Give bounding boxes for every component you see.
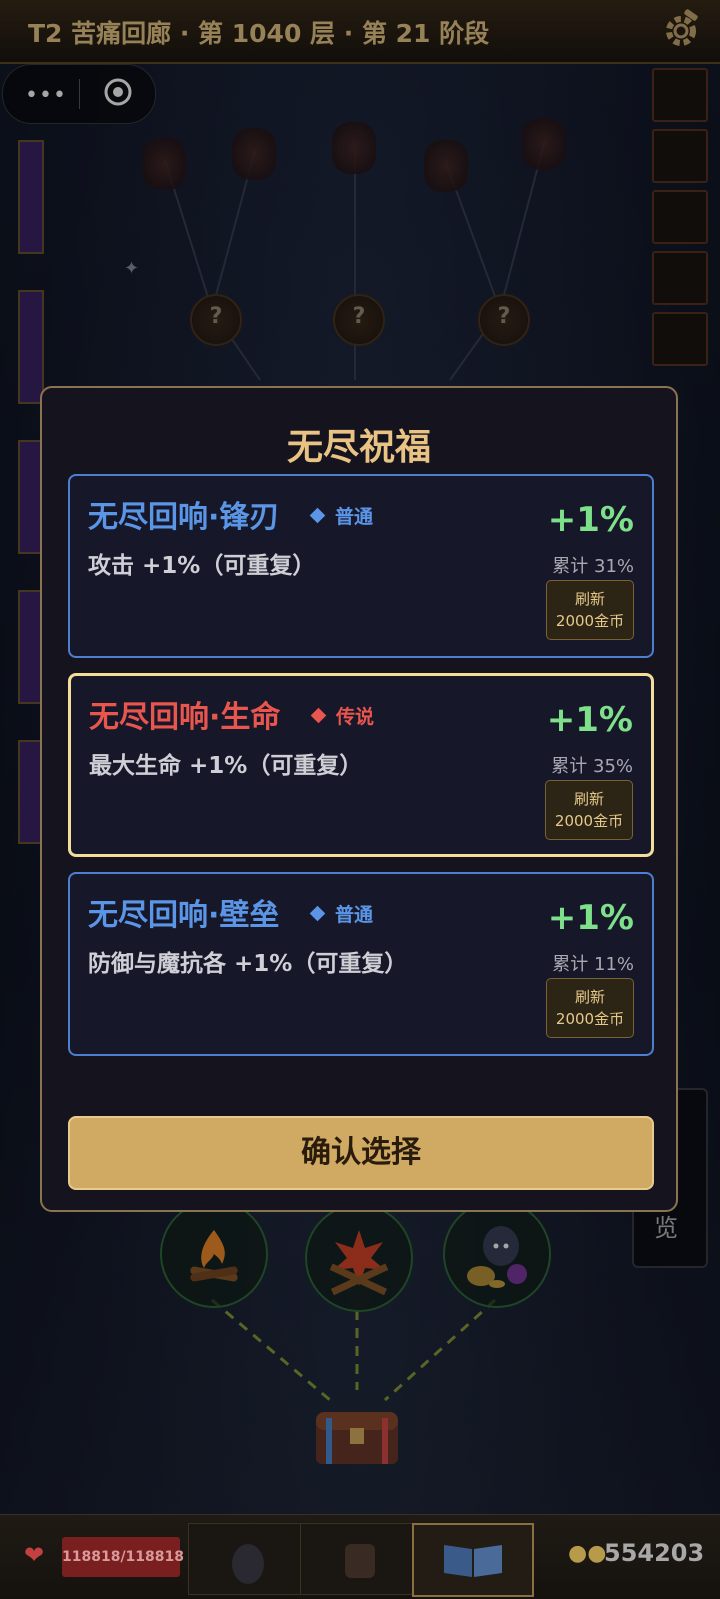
blessing-total: 累计 11% bbox=[552, 954, 634, 975]
refresh-label: 刷新 bbox=[574, 590, 605, 608]
blessing-card-selected[interactable]: 无尽回响·生命 传说 最大生命 +1%（可重复） +1% 累计 35% 刷新 2… bbox=[68, 673, 654, 857]
refresh-label: 刷新 bbox=[573, 790, 604, 808]
refresh-button[interactable]: 刷新 2000金币 bbox=[545, 780, 633, 840]
refresh-cost: 2000金币 bbox=[555, 1010, 625, 1028]
refresh-cost: 2000金币 bbox=[554, 812, 624, 830]
rarity-label: 普通 bbox=[335, 506, 374, 528]
blessing-name: 无尽回响·锋刃 bbox=[88, 500, 280, 535]
blessing-card[interactable]: 无尽回响·锋刃 普通 攻击 +1%（可重复） +1% 累计 31% 刷新 200… bbox=[68, 474, 654, 658]
blessing-bonus: +1% bbox=[547, 500, 634, 540]
confirm-button[interactable]: 确认选择 bbox=[68, 1116, 654, 1190]
refresh-button[interactable]: 刷新 2000金币 bbox=[546, 580, 634, 640]
diamond-icon bbox=[310, 707, 327, 724]
blessing-modal: 无尽祝福 无尽回响·锋刃 普通 攻击 +1%（可重复） +1% 累计 31% 刷… bbox=[40, 386, 678, 1212]
blessing-name: 无尽回响·生命 bbox=[89, 700, 281, 735]
hp-display: 118818/118818 bbox=[62, 1537, 184, 1577]
diamond-icon bbox=[309, 507, 326, 524]
coins-icon: ●● bbox=[568, 1541, 607, 1566]
blessing-bonus: +1% bbox=[547, 898, 634, 938]
bottom-bar: ❤ 118818/118818 ●● 554203 bbox=[0, 1514, 720, 1599]
hero-icon bbox=[232, 1544, 264, 1584]
rarity-tag: 普通 bbox=[309, 502, 374, 529]
backpack-tab[interactable] bbox=[300, 1523, 420, 1595]
blessing-description: 最大生命 +1%（可重复） bbox=[89, 753, 363, 779]
blessing-total: 累计 31% bbox=[552, 556, 634, 577]
blessing-total: 累计 35% bbox=[551, 756, 633, 777]
book-icon bbox=[444, 1545, 502, 1577]
blessing-description: 攻击 +1%（可重复） bbox=[88, 553, 316, 579]
rarity-label: 传说 bbox=[336, 706, 375, 728]
rarity-tag: 普通 bbox=[309, 900, 374, 927]
book-tab[interactable] bbox=[412, 1523, 534, 1597]
rarity-tag: 传说 bbox=[310, 702, 375, 729]
coin-count: 554203 bbox=[604, 1539, 705, 1567]
blessing-card[interactable]: 无尽回响·壁垒 普通 防御与魔抗各 +1%（可重复） +1% 累计 11% 刷新… bbox=[68, 872, 654, 1056]
blessing-description: 防御与魔抗各 +1%（可重复） bbox=[88, 951, 408, 977]
blessing-name: 无尽回响·壁垒 bbox=[88, 898, 280, 933]
diamond-icon bbox=[309, 905, 326, 922]
heart-icon: ❤ bbox=[24, 1541, 45, 1569]
backpack-icon bbox=[345, 1544, 375, 1578]
blessing-bonus: +1% bbox=[546, 700, 633, 740]
hero-tab[interactable] bbox=[188, 1523, 308, 1595]
refresh-cost: 2000金币 bbox=[555, 612, 625, 630]
modal-title: 无尽祝福 bbox=[286, 427, 431, 468]
refresh-button[interactable]: 刷新 2000金币 bbox=[546, 978, 634, 1038]
refresh-label: 刷新 bbox=[574, 988, 605, 1006]
rarity-label: 普通 bbox=[335, 904, 374, 926]
